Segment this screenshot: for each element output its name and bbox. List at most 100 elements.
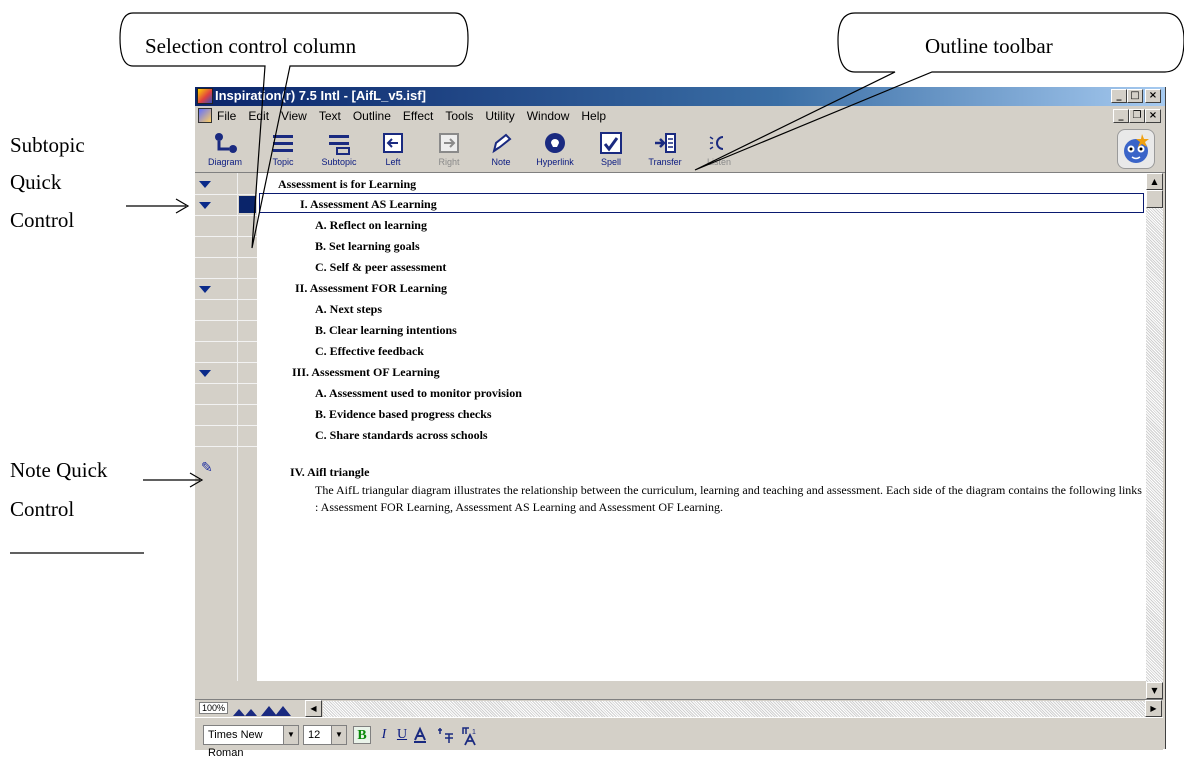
- toolbar-right-button[interactable]: Right: [423, 128, 475, 170]
- font-size-value: 12: [308, 729, 321, 741]
- window-title: Inspiration(r) 7.5 Intl - [AifL_v5.isf]: [215, 88, 426, 103]
- topic-3[interactable]: III. Assessment OF Learning: [292, 365, 440, 380]
- subtopic-1c[interactable]: C. Self & peer assessment: [315, 260, 446, 275]
- zoom-bar: 100% ◀ ▶: [195, 699, 1163, 718]
- spell-icon: [600, 132, 622, 154]
- menu-bar: File Edit View Text Outline Effect Tools…: [195, 106, 1165, 126]
- topic-1-title: Assessment AS Learning: [310, 197, 437, 211]
- selection-marker[interactable]: [239, 196, 256, 213]
- vertical-scrollbar[interactable]: ▲ ▼: [1146, 173, 1163, 699]
- scroll-thumb[interactable]: [1146, 190, 1163, 208]
- subtopic-3b[interactable]: B. Evidence based progress checks: [315, 407, 492, 422]
- toolbar-left-button[interactable]: Left: [367, 128, 419, 170]
- subtopic-3c[interactable]: C. Share standards across schools: [315, 428, 488, 443]
- menu-text[interactable]: Text: [319, 109, 341, 123]
- subtopic-quick-control-topic-3[interactable]: [199, 370, 211, 377]
- document-icon[interactable]: [198, 108, 212, 123]
- doc-close-button[interactable]: ×: [1145, 109, 1161, 123]
- subtopic-title: Evidence based progress checks: [329, 407, 492, 421]
- bold-button[interactable]: B: [353, 726, 371, 744]
- scroll-up-button[interactable]: ▲: [1146, 173, 1163, 190]
- diagram-icon: [215, 133, 237, 153]
- subtopic-2c[interactable]: C. Effective feedback: [315, 344, 424, 359]
- subtopic-number: B.: [315, 239, 327, 253]
- toolbar-note-button[interactable]: Note: [475, 128, 527, 170]
- menu-view[interactable]: View: [281, 109, 307, 123]
- doc-minimize-button[interactable]: _: [1113, 109, 1129, 123]
- scroll-right-button[interactable]: ▶: [1145, 700, 1162, 717]
- toolbar-diagram-label: Diagram: [207, 157, 242, 167]
- selection-control-column[interactable]: [237, 173, 258, 681]
- scroll-down-button[interactable]: ▼: [1146, 682, 1163, 699]
- menu-tools[interactable]: Tools: [445, 109, 473, 123]
- subtopic-title: Reflect on learning: [329, 218, 427, 232]
- help-mascot-icon[interactable]: [1117, 129, 1155, 169]
- superscript-button[interactable]: [435, 726, 453, 744]
- toolbar-hyperlink-button[interactable]: Hyperlink: [529, 128, 581, 170]
- app-window: Inspiration(r) 7.5 Intl - [AifL_v5.isf] …: [195, 87, 1166, 759]
- doc-restore-button[interactable]: ❐: [1129, 109, 1145, 123]
- maximize-button[interactable]: □: [1127, 89, 1143, 103]
- hyperlink-icon: [545, 133, 565, 153]
- text-color-button[interactable]: [411, 726, 429, 744]
- toolbar-subtopic-label: Subtopic: [321, 157, 357, 167]
- note-label-line2: Control: [10, 497, 75, 521]
- subtopic-quick-control-topic-1[interactable]: [199, 202, 211, 209]
- topic-icon: [273, 135, 293, 152]
- toolbar-transfer-label: Transfer: [648, 157, 682, 167]
- toolbar-listen-button[interactable]: Listen: [693, 128, 745, 170]
- font-size-up-button[interactable]: 1: [461, 726, 479, 746]
- topic-3-title: Assessment OF Learning: [311, 365, 440, 379]
- toolbar-diagram-button[interactable]: Diagram: [199, 128, 251, 170]
- subtopic-number: B.: [315, 407, 327, 421]
- subtopic-2a[interactable]: A. Next steps: [315, 302, 382, 317]
- menu-effect[interactable]: Effect: [403, 109, 433, 123]
- zoom-mountains-icon[interactable]: [233, 704, 293, 716]
- subtopic-3a[interactable]: A. Assessment used to monitor provision: [315, 386, 522, 401]
- topic-4-note[interactable]: The AifL triangular diagram illustrates …: [315, 482, 1145, 516]
- outline-document[interactable]: Assessment is for Learning I. Assessment…: [257, 173, 1146, 681]
- font-size-select[interactable]: 12 ▼: [303, 725, 347, 745]
- menu-utility[interactable]: Utility: [485, 109, 514, 123]
- zoom-level[interactable]: 100%: [199, 702, 229, 714]
- toolbar-left-label: Left: [385, 157, 401, 167]
- app-icon[interactable]: [197, 88, 213, 104]
- chevron-down-icon: ▼: [331, 726, 346, 744]
- horizontal-scrollbar[interactable]: [323, 701, 1145, 717]
- subtopic-number: B.: [315, 323, 327, 337]
- subtopic-1a[interactable]: A. Reflect on learning: [315, 218, 427, 233]
- main-idea[interactable]: Assessment is for Learning: [278, 177, 416, 192]
- toolbar-subtopic-button[interactable]: Subtopic: [313, 128, 365, 170]
- menu-edit[interactable]: Edit: [248, 109, 269, 123]
- scroll-left-button[interactable]: ◀: [305, 700, 322, 717]
- subtopic-1b[interactable]: B. Set learning goals: [315, 239, 420, 254]
- subtopic-number: A.: [315, 218, 327, 232]
- subtopic-label-line1: Subtopic: [10, 133, 85, 157]
- topic-2[interactable]: II. Assessment FOR Learning: [295, 281, 447, 296]
- close-button[interactable]: ×: [1145, 89, 1161, 103]
- font-family-select[interactable]: Times New Roman ▼: [203, 725, 299, 759]
- title-bar[interactable]: Inspiration(r) 7.5 Intl - [AifL_v5.isf] …: [195, 87, 1165, 106]
- subtopic-title: Assessment used to monitor provision: [329, 386, 522, 400]
- toolbar-transfer-button[interactable]: Transfer: [639, 128, 691, 170]
- menu-window[interactable]: Window: [527, 109, 570, 123]
- minimize-button[interactable]: _: [1111, 89, 1127, 103]
- italic-button[interactable]: I: [375, 726, 393, 744]
- subtopic-quick-control-topic-2[interactable]: [199, 286, 211, 293]
- menu-file[interactable]: File: [217, 109, 236, 123]
- topic-4[interactable]: IV. Aifl triangle: [290, 465, 369, 480]
- menu-help[interactable]: Help: [581, 109, 606, 123]
- toolbar-spell-button[interactable]: Spell: [585, 128, 637, 170]
- menu-outline[interactable]: Outline: [353, 109, 391, 123]
- note-quick-control-icon[interactable]: ✎: [201, 460, 213, 476]
- transfer-icon: [655, 133, 676, 153]
- underline-button[interactable]: U: [393, 726, 411, 744]
- toolbar-hyperlink-label: Hyperlink: [536, 157, 574, 167]
- toolbar-topic-label: Topic: [272, 157, 294, 167]
- subtopic-2b[interactable]: B. Clear learning intentions: [315, 323, 457, 338]
- toolbar-right-label: Right: [438, 157, 460, 167]
- subtopic-quick-control-main[interactable]: [199, 181, 211, 188]
- topic-1[interactable]: I. Assessment AS Learning: [300, 197, 437, 212]
- toolbar-topic-button[interactable]: Topic: [257, 128, 309, 170]
- quick-control-column: [195, 173, 237, 681]
